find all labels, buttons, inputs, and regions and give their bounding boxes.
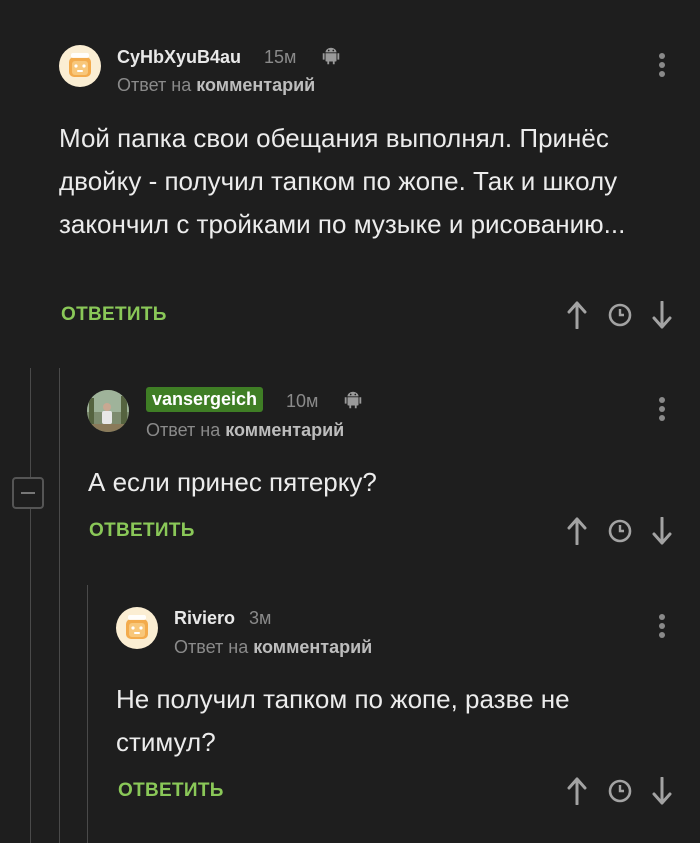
thread-line [87,585,88,843]
reply-button[interactable]: ОТВЕТИТЬ [118,780,224,802]
comment-text: Мой папка свои обещания выполнял. Принёс… [59,123,626,239]
android-icon [322,47,340,65]
save-later-icon[interactable] [608,301,632,329]
reply-button[interactable]: ОТВЕТИТЬ [61,304,167,326]
reply-button[interactable]: ОТВЕТИТЬ [89,520,195,542]
more-options-icon[interactable] [658,396,666,422]
upvote-icon[interactable] [565,777,589,805]
avatar[interactable] [59,45,101,87]
downvote-icon[interactable] [650,777,674,805]
downvote-icon[interactable] [650,301,674,329]
comment-author[interactable]: CyHbXyuB4au [117,47,241,68]
comment-author[interactable]: vansergeich [146,387,264,412]
more-options-icon[interactable] [658,613,666,639]
thread-line [30,368,31,478]
more-options-icon[interactable] [658,52,666,78]
comment-time: 3м [249,608,272,628]
reply-to-link[interactable]: Ответ на комментарий [117,75,315,96]
save-later-icon[interactable] [608,777,632,805]
android-icon [344,391,362,409]
thread-line [59,368,60,843]
default-avatar-icon [69,53,91,77]
comment-time: 15м [264,47,297,67]
save-later-icon[interactable] [608,517,632,545]
upvote-icon[interactable] [565,517,589,545]
avatar[interactable] [87,390,129,432]
comment-text: А если принес пятерку? [88,467,377,497]
collapse-thread-button[interactable] [12,477,44,509]
thread-line [30,509,31,843]
downvote-icon[interactable] [650,517,674,545]
comment-time: 10м [286,391,319,411]
default-avatar-icon [126,615,148,639]
avatar[interactable] [116,607,158,649]
reply-to-link[interactable]: Ответ на комментарий [174,637,372,658]
comment-author[interactable]: Riviero [174,608,235,629]
upvote-icon[interactable] [565,301,589,329]
reply-to-link[interactable]: Ответ на комментарий [146,420,344,441]
comment-text: Не получил тапком по жопе, разве не стим… [116,684,570,757]
user-photo-icon [87,390,129,432]
